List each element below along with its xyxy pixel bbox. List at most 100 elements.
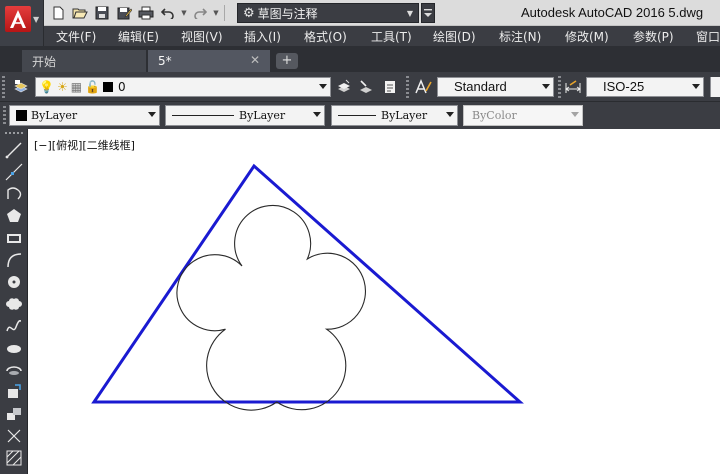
lineweight-control[interactable]: ByLayer — [331, 105, 458, 126]
lineweight-preview — [338, 115, 376, 116]
plot-style-control: ByColor — [463, 105, 583, 126]
lineweight-value: ByLayer — [381, 109, 428, 122]
menu-modify[interactable]: 修改(M) — [565, 28, 609, 45]
menu-view[interactable]: 视图(V) — [181, 28, 223, 45]
title-bar: ▼ ▼ ⚙ 草图与注释 ▼ Autodesk AutoCAD 2016 5.dw… — [0, 0, 720, 26]
ellipse-icon[interactable] — [3, 338, 25, 358]
rectangle-icon[interactable] — [3, 228, 25, 248]
dim-style-name: ISO-25 — [603, 79, 645, 94]
toolbar-grip[interactable] — [406, 76, 409, 98]
qat-separator — [224, 5, 225, 21]
linetype-preview — [172, 115, 234, 116]
tab-label: 开始 — [32, 54, 57, 69]
undo-dropdown-icon[interactable]: ▼ — [180, 9, 188, 17]
tab-start[interactable]: 开始 — [22, 50, 146, 72]
menu-insert[interactable]: 插入(I) — [244, 28, 281, 45]
ellipse-arc-icon[interactable] — [3, 360, 25, 380]
save-as-icon[interactable] — [114, 3, 134, 23]
workspace-switcher[interactable]: ⚙ 草图与注释 ▼ — [237, 3, 419, 23]
toolbar-grip[interactable] — [2, 76, 5, 98]
menu-format[interactable]: 格式(O) — [304, 28, 347, 45]
arc-icon[interactable] — [3, 250, 25, 270]
freeze-viewport-icon: ▦ — [70, 80, 83, 94]
insert-block-icon[interactable] — [3, 382, 25, 402]
toolbar-grip[interactable] — [3, 106, 6, 126]
window-title: Autodesk AutoCAD 2016 5.dwg — [521, 5, 704, 20]
chevron-down-icon — [148, 112, 156, 117]
properties-toolbar: ByLayer ByLayer ByLayer ByColor — [0, 102, 720, 129]
gear-icon: ⚙ — [243, 5, 255, 21]
circle-icon[interactable] — [3, 272, 25, 292]
chevron-down-icon — [542, 84, 550, 89]
redo-dropdown-icon[interactable]: ▼ — [212, 9, 220, 17]
application-menu-button[interactable]: ▼ — [0, 0, 44, 46]
autocad-logo-icon — [5, 6, 31, 32]
sun-icon: ☀ — [56, 80, 68, 94]
layers-styles-toolbar: 💡 ☀ ▦ 🔓 0 Standard ISO-25 — [0, 72, 720, 102]
customize-qat-button[interactable] — [421, 3, 435, 23]
redo-icon[interactable] — [190, 3, 210, 23]
toolbar-grip[interactable] — [5, 132, 23, 134]
text-style-control[interactable]: Standard — [437, 77, 554, 97]
dimension-style-icon[interactable] — [564, 78, 582, 96]
menu-draw[interactable]: 绘图(D) — [433, 28, 476, 45]
construction-line-icon[interactable] — [3, 162, 25, 182]
drawing-graphics — [91, 163, 524, 411]
quick-access-toolbar: ▼ ▼ — [48, 3, 227, 23]
layer-color-swatch — [103, 82, 114, 92]
current-layer-name: 0 — [118, 80, 126, 94]
tab-label: 5* — [158, 54, 172, 68]
tab-drawing[interactable]: 5* ✕ — [148, 50, 270, 72]
layer-match-icon[interactable] — [357, 78, 375, 96]
undo-icon[interactable] — [158, 3, 178, 23]
unlock-icon: 🔓 — [85, 80, 101, 94]
lightbulb-icon: 💡 — [39, 80, 54, 94]
line-icon[interactable] — [3, 140, 25, 160]
spline-icon[interactable] — [3, 316, 25, 336]
point-icon[interactable] — [3, 426, 25, 446]
table-style-control[interactable] — [710, 77, 720, 97]
toolbar-grip[interactable] — [558, 76, 561, 98]
plot-style-value: ByColor — [472, 109, 517, 122]
chevron-down-icon — [319, 84, 327, 89]
open-icon[interactable] — [70, 3, 90, 23]
hatch-icon[interactable] — [3, 448, 25, 468]
dimension-style-control[interactable]: ISO-25 — [586, 77, 704, 97]
close-icon[interactable]: ✕ — [250, 53, 260, 67]
make-block-icon[interactable] — [3, 404, 25, 424]
menu-window[interactable]: 窗口 — [696, 28, 720, 45]
color-control[interactable]: ByLayer — [9, 105, 160, 126]
menu-parametric[interactable]: 参数(P) — [633, 28, 674, 45]
triangle-shape — [91, 163, 524, 404]
linetype-control[interactable]: ByLayer — [165, 105, 325, 126]
save-icon[interactable] — [92, 3, 112, 23]
layer-control[interactable]: 💡 ☀ ▦ 🔓 0 — [35, 77, 331, 97]
new-icon[interactable] — [48, 3, 68, 23]
draw-toolbar — [0, 129, 28, 474]
chevron-down-icon: ▼ — [406, 9, 413, 18]
menu-edit[interactable]: 编辑(E) — [118, 28, 159, 45]
linetype-value: ByLayer — [239, 109, 286, 122]
chevron-down-icon: ▼ — [33, 15, 40, 24]
chevron-down-icon — [692, 84, 700, 89]
layer-properties-icon[interactable] — [12, 78, 30, 96]
text-style-icon[interactable] — [414, 78, 432, 96]
polyline-icon[interactable] — [3, 184, 25, 204]
menu-tools[interactable]: 工具(T) — [371, 28, 412, 45]
chevron-down-icon — [571, 112, 579, 117]
color-swatch — [16, 110, 27, 121]
make-current-layer-icon[interactable] — [335, 78, 353, 96]
layer-previous-icon[interactable] — [381, 78, 399, 96]
chevron-down-icon — [313, 112, 321, 117]
chevron-down-icon — [446, 112, 454, 117]
menu-dimension[interactable]: 标注(N) — [499, 28, 541, 45]
file-tab-bar: 开始 5* ✕ + — [0, 46, 720, 72]
new-tab-button[interactable]: + — [276, 53, 298, 69]
menu-file[interactable]: 文件(F) — [56, 28, 96, 45]
revision-cloud-icon[interactable] — [3, 294, 25, 314]
plot-icon[interactable] — [136, 3, 156, 23]
drawing-canvas[interactable]: [−][俯视][二维线框] — [28, 129, 720, 474]
polygon-icon[interactable] — [3, 206, 25, 226]
text-style-name: Standard — [454, 79, 507, 94]
color-value: ByLayer — [31, 109, 78, 122]
